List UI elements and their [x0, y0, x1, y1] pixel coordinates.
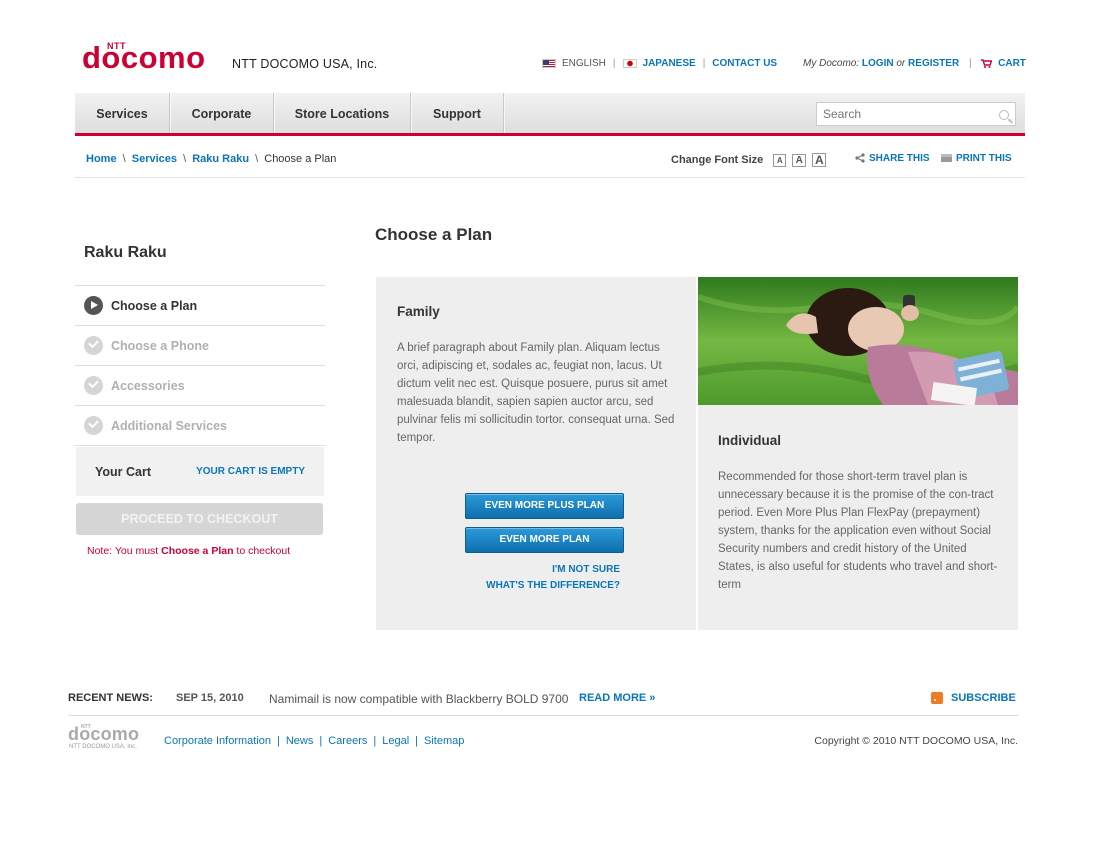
step-choose-plan[interactable]: Choose a Plan: [75, 286, 325, 326]
not-sure-link[interactable]: I'M NOT SURE: [552, 564, 620, 575]
font-size-control: Change Font Size A A A: [671, 153, 827, 167]
check-icon: [84, 416, 103, 435]
footer-links: Corporate Information | News | Careers | Legal…: [164, 735, 464, 747]
cart-summary: Your Cart YOUR CART IS EMPTY: [76, 447, 324, 496]
footer-logo-wordmark: docomo: [68, 724, 140, 744]
step-label: Accessories: [111, 378, 185, 393]
search-input[interactable]: [816, 102, 1016, 126]
family-plan-title: Family: [397, 304, 440, 319]
my-docomo-links: My Docomo: LOGIN or REGISTER | CART: [803, 58, 1026, 69]
divider: |: [319, 735, 323, 747]
my-docomo-label: My Docomo:: [803, 58, 860, 69]
step-label: Additional Services: [111, 418, 228, 433]
footer-logo-company: NTT DOCOMO USA, Inc.: [69, 744, 137, 750]
nav-item-corporate[interactable]: Corporate: [170, 93, 274, 133]
language-english-link[interactable]: ENGLISH: [562, 58, 606, 69]
check-icon: [84, 336, 103, 355]
news-headline: Namimail is now compatible with Blackber…: [269, 692, 569, 706]
copyright: Copyright © 2010 NTT DOCOMO USA, Inc.: [814, 735, 1018, 747]
or-text: or: [896, 58, 906, 69]
japan-flag-icon: [622, 59, 637, 68]
recent-news-bar: RECENT NEWS: SEP 15, 2010 Namimail is no…: [68, 692, 1018, 716]
nav-item-store-locations[interactable]: Store Locations: [274, 93, 411, 133]
nav-item-services[interactable]: Services: [75, 93, 170, 133]
individual-plan-photo: [698, 277, 1018, 405]
font-size-label: Change Font Size: [671, 154, 764, 166]
even-more-plus-plan-button[interactable]: EVEN MORE PLUS PLAN: [465, 493, 624, 519]
share-link[interactable]: SHARE THIS: [855, 153, 930, 164]
divider: |: [612, 58, 616, 69]
breadcrumb-raku-raku[interactable]: Raku Raku: [192, 153, 249, 165]
note-bold: Choose a Plan: [161, 545, 234, 557]
sidebar-title: Raku Raku: [84, 244, 167, 261]
breadcrumb-bar: Home \ Services \ Raku Raku \ Choose a P…: [75, 138, 1025, 178]
individual-plan-title: Individual: [718, 433, 782, 448]
main-nav: Services Corporate Store Locations Suppo…: [75, 93, 1025, 136]
footer-link-careers[interactable]: Careers: [328, 735, 367, 747]
cart-status-link[interactable]: YOUR CART IS EMPTY: [196, 466, 305, 477]
print-label: PRINT THIS: [956, 153, 1012, 164]
note-prefix: Note: You must: [87, 545, 162, 557]
login-link[interactable]: LOGIN: [862, 58, 894, 69]
contact-us-link[interactable]: CONTACT US: [712, 58, 777, 69]
even-more-plan-button[interactable]: EVEN MORE PLAN: [465, 527, 624, 553]
us-flag-icon: [542, 59, 556, 68]
logo-wordmark: docomo: [82, 40, 206, 75]
news-date: SEP 15, 2010: [176, 692, 244, 704]
individual-plan-description: Recommended for those short-term travel …: [718, 471, 998, 591]
font-size-medium-button[interactable]: A: [792, 153, 807, 167]
cart-label: Your Cart: [95, 465, 152, 479]
family-plan-description: A brief paragraph about Family plan. Ali…: [397, 342, 675, 444]
footer-link-sitemap[interactable]: Sitemap: [424, 735, 464, 747]
rss-icon[interactable]: [931, 692, 943, 704]
divider: |: [415, 735, 418, 747]
print-link[interactable]: PRINT THIS: [941, 153, 1012, 164]
breadcrumb-separator: \: [183, 153, 187, 165]
breadcrumb-separator: \: [255, 153, 259, 165]
printer-icon: [941, 154, 952, 163]
language-japanese-link[interactable]: JAPANESE: [643, 58, 696, 69]
share-icon: [855, 153, 865, 163]
step-label: Choose a Plan: [111, 298, 198, 313]
font-size-small-button[interactable]: A: [773, 153, 787, 167]
plans-panel: Family A brief paragraph about Family pl…: [376, 277, 1018, 630]
breadcrumb-separator: \: [122, 153, 126, 165]
font-size-large-button[interactable]: A: [812, 153, 827, 167]
divider: |: [277, 735, 280, 747]
step-choose-phone[interactable]: Choose a Phone: [75, 326, 325, 366]
register-link[interactable]: REGISTER: [908, 58, 959, 69]
checkout-note: Note: You must Choose a Plan to checkout: [87, 545, 290, 557]
divider: |: [702, 58, 706, 69]
subscribe-link[interactable]: SUBSCRIBE: [951, 692, 1016, 704]
breadcrumb-current: Choose a Plan: [264, 153, 337, 165]
page-title: Choose a Plan: [375, 225, 493, 244]
breadcrumb-services[interactable]: Services: [132, 153, 177, 165]
company-name: NTT DOCOMO USA, Inc.: [232, 57, 378, 71]
divider: |: [373, 735, 377, 747]
play-icon: [84, 296, 103, 315]
breadcrumb: Home \ Services \ Raku Raku \ Choose a P…: [86, 153, 336, 165]
footer-link-corporate-information[interactable]: Corporate Information: [164, 735, 271, 747]
step-additional-services[interactable]: Additional Services: [75, 406, 325, 446]
cart-icon[interactable]: [981, 59, 993, 68]
search-icon[interactable]: [999, 110, 1009, 120]
check-icon: [84, 376, 103, 395]
whats-the-difference-link[interactable]: WHAT'S THE DIFFERENCE?: [486, 580, 620, 591]
proceed-to-checkout-button[interactable]: PROCEED TO CHECKOUT: [76, 503, 323, 535]
breadcrumb-home[interactable]: Home: [86, 153, 117, 165]
note-suffix: to checkout: [233, 545, 291, 557]
read-more-link[interactable]: READ MORE »: [579, 692, 655, 704]
woman-on-grass-image: [698, 277, 1018, 405]
share-label: SHARE THIS: [869, 153, 930, 164]
recent-news-label: RECENT NEWS:: [68, 692, 153, 704]
cart-link[interactable]: CART: [998, 58, 1026, 69]
step-label: Choose a Phone: [111, 338, 209, 353]
footer-link-legal[interactable]: Legal: [382, 735, 409, 747]
footer-link-news[interactable]: News: [286, 735, 314, 747]
plan-steps: Choose a Plan Choose a Phone Accessories…: [75, 285, 325, 446]
nav-item-support[interactable]: Support: [411, 93, 504, 133]
divider: |: [968, 58, 972, 69]
language-links: ENGLISH | JAPANESE | CONTACT US: [542, 58, 777, 69]
step-accessories[interactable]: Accessories: [75, 366, 325, 406]
